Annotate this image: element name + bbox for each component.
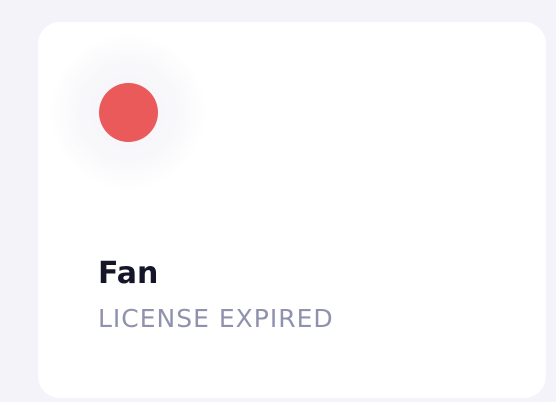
status-dot-icon (99, 83, 158, 142)
device-name: Fan (98, 256, 159, 291)
device-card[interactable]: Fan LICENSE EXPIRED (38, 22, 546, 398)
device-status-label: LICENSE EXPIRED (98, 304, 334, 333)
